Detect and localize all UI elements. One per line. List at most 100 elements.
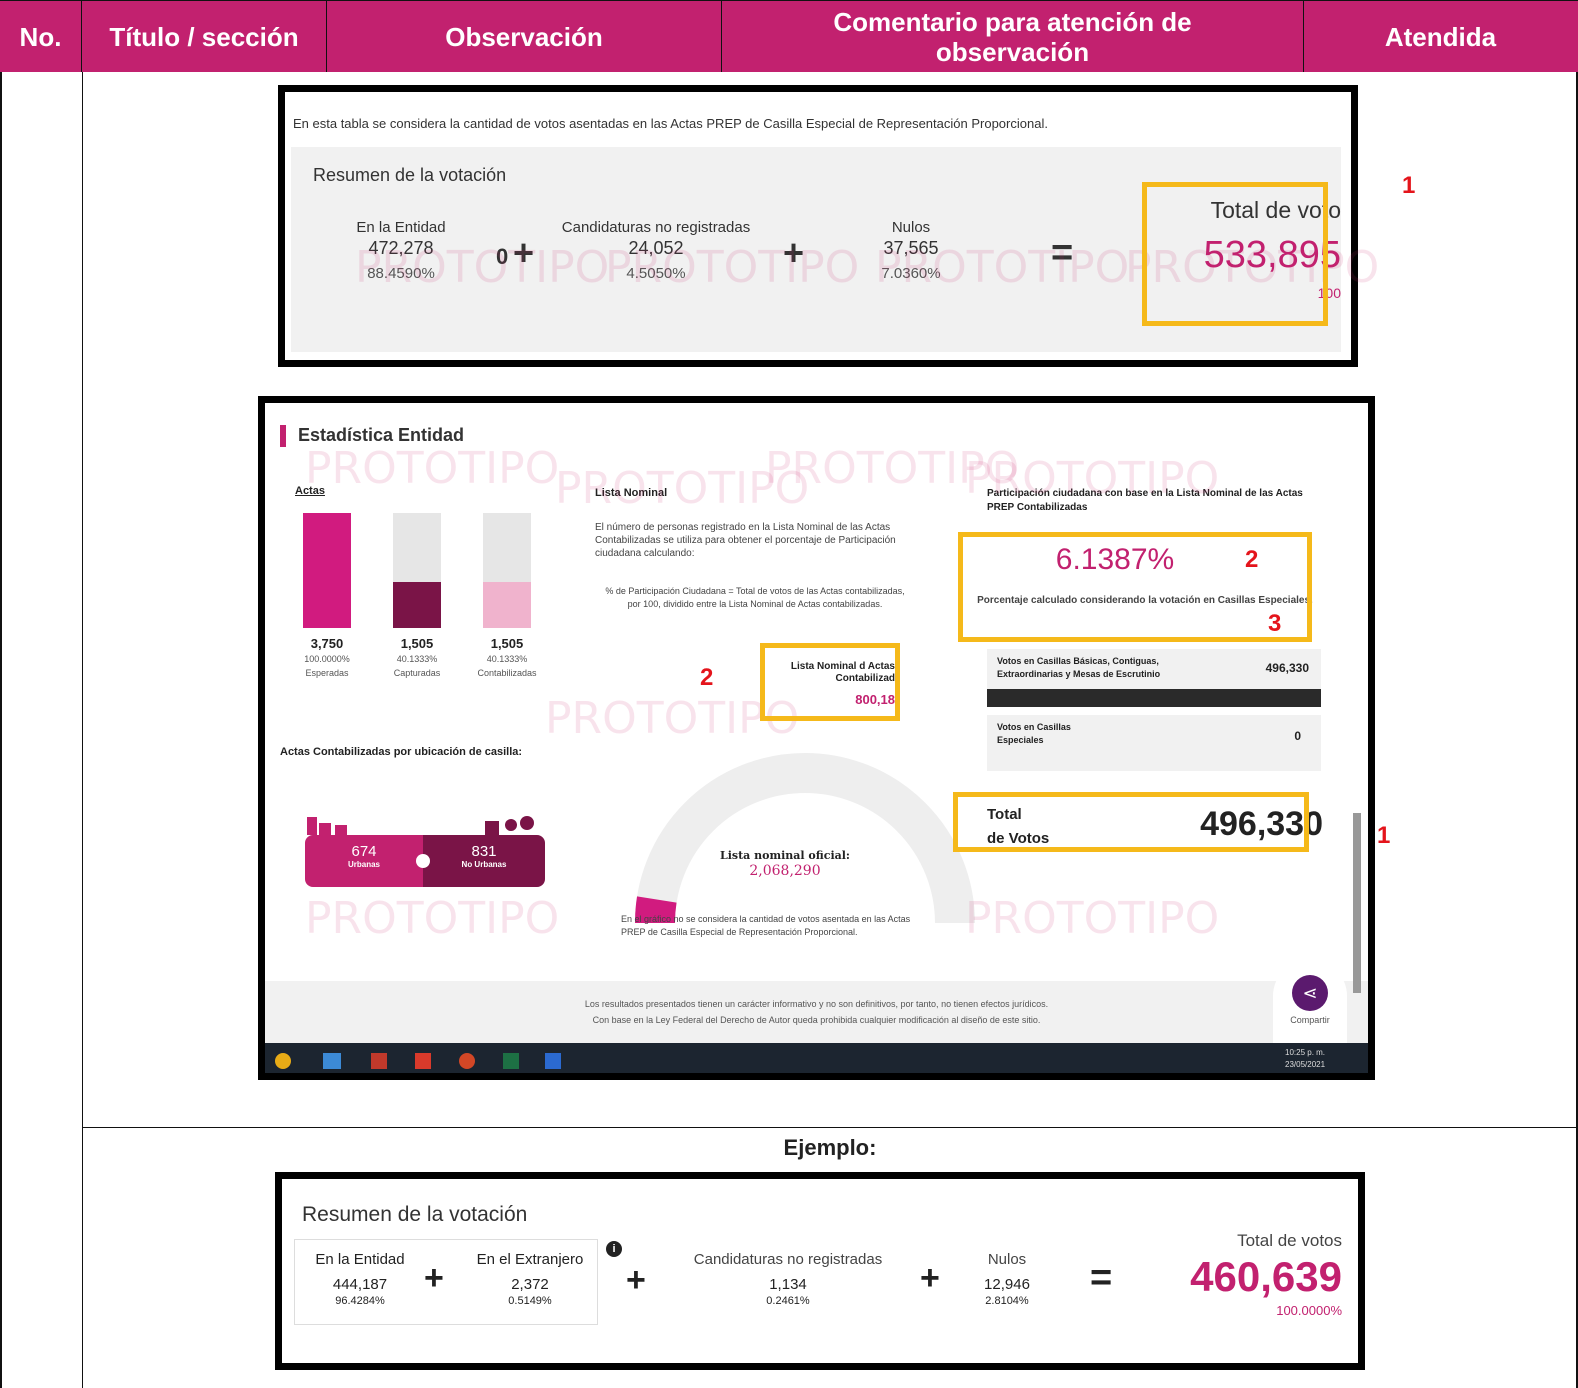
ejemplo-label: Ejemplo:: [783, 1135, 877, 1160]
nulos-pct: 7.0360%: [881, 265, 941, 282]
ej-nulos-block: Nulos 12,946 2.8104%: [972, 1251, 1042, 1307]
ej-nulos-value: 12,946: [984, 1276, 1030, 1293]
ej-extranjero-value: 2,372: [511, 1276, 549, 1293]
share-label[interactable]: Compartir: [1273, 1015, 1347, 1025]
ej-entidad-value: 444,187: [332, 1276, 388, 1293]
votos-especiales-row: Votos en Casillas Especiales 0: [987, 715, 1321, 755]
entidad-pct: 88.4590%: [367, 265, 435, 282]
nulos-label: Nulos: [891, 219, 931, 236]
ej-extranjero-block: En el Extranjero 2,372 0.5149%: [467, 1251, 593, 1307]
watermark: PROTOTIPO: [305, 443, 560, 494]
lista-text: El número de personas registrado en la L…: [595, 522, 896, 559]
actas-bar-label: Capturadas: [393, 668, 441, 678]
gauge-label: Lista nominal oficial:: [719, 849, 850, 862]
resumen-title: Resumen de la votación: [313, 165, 507, 185]
ej-candidaturas-label: Candidaturas no registradas: [693, 1251, 883, 1268]
votos-especiales-label: Votos en Casillas Especiales: [997, 722, 1071, 745]
marker-3: 3: [1268, 610, 1282, 637]
actas-bar-label: Esperadas: [305, 668, 349, 678]
entidad-label: En la Entidad: [356, 219, 446, 236]
table-column-divider: [82, 72, 83, 1388]
header-observacion: Observación: [327, 1, 722, 72]
lista-title: Lista Nominal: [595, 487, 668, 499]
system-clock: 10:25 p. m. 23/05/2021: [1285, 1047, 1325, 1071]
scrollbar-thumb[interactable]: [1353, 813, 1361, 993]
intro-text: En esta tabla se considera la cantidad d…: [293, 116, 1048, 131]
building-icon: [307, 816, 534, 835]
grafico-note: En el gráfico no se considera la cantida…: [621, 914, 911, 937]
header-atendida: Atendida: [1384, 21, 1497, 52]
header-titulo: Título / sección: [82, 1, 327, 72]
entidad-block: En la Entidad 472,278 88.4590%: [331, 219, 471, 282]
divider-dot: [416, 854, 430, 868]
acrobat-icon[interactable]: [415, 1053, 431, 1069]
watermark: PROTOTIPO: [965, 893, 1220, 944]
watermark: PROTOTIPO: [765, 443, 1020, 494]
footer-line-1: Los resultados presentados tienen un car…: [584, 999, 1049, 1009]
marker-1: 1: [1377, 822, 1391, 849]
explorer-icon[interactable]: [323, 1053, 341, 1069]
participacion-title: Participación ciudadana con base en la L…: [987, 488, 1303, 513]
nulos-value: 37,565: [883, 238, 939, 258]
actas-bar-value: 3,750: [310, 636, 344, 651]
candidaturas-block: Candidaturas no registradas 24,052 4.505…: [551, 219, 761, 282]
header-no: No.: [0, 1, 82, 72]
actas-bar-label: Contabilizadas: [477, 668, 537, 678]
urbanas-label: Urbanas: [347, 860, 380, 869]
ej-candidaturas-pct: 0.2461%: [766, 1295, 810, 1307]
no-urbanas-block: 831 No Urbanas: [423, 835, 545, 887]
actas-bar: [483, 582, 531, 628]
info-icon: 0: [496, 244, 509, 269]
equals-icon: =: [1090, 1257, 1113, 1299]
votos-basicas-value: 496,330: [1265, 661, 1309, 675]
ej-extranjero-pct: 0.5149%: [508, 1295, 552, 1307]
ej-total-block: Total de votos 460,639 100.0000%: [1142, 1231, 1342, 1318]
ej-total-pct: 100.0000%: [1276, 1303, 1342, 1318]
estadistica-title: Estadística Entidad: [298, 425, 465, 445]
table-border-left: [0, 72, 2, 1388]
clock-time: 10:25 p. m.: [1285, 1048, 1326, 1057]
ubicacion-title: Actas Contabilizadas por ubicación de ca…: [280, 746, 523, 758]
ej-entidad-pct: 96.4284%: [335, 1295, 385, 1307]
entidad-value: 472,278: [368, 238, 434, 258]
ej-total-value: 460,639: [1190, 1253, 1342, 1300]
ej-candidaturas-value: 1,134: [769, 1276, 807, 1293]
ej-nulos-pct: 2.8104%: [985, 1295, 1029, 1307]
no-urbanas-value: 831: [471, 843, 497, 860]
candidaturas-label: Candidaturas no registradas: [561, 219, 751, 236]
gauge-chart: [635, 753, 975, 924]
chrome-icon[interactable]: [275, 1053, 291, 1069]
word-icon[interactable]: [545, 1053, 561, 1069]
actas-bar-pct: 40.1333%: [486, 654, 528, 664]
estadistica-entidad-screenshot: Estadística Entidad Actas 3,750 100.0000%…: [258, 396, 1375, 1080]
ubicacion-icons: [305, 811, 541, 835]
gauge-value: 2,068,290: [749, 863, 821, 879]
powerpoint-icon[interactable]: [459, 1053, 475, 1069]
plus-icon: +: [424, 1259, 444, 1297]
excel-icon[interactable]: [503, 1053, 519, 1069]
no-urbanas-label: No Urbanas: [461, 860, 507, 869]
clock-date: 23/05/2021: [1285, 1060, 1326, 1069]
app-icon[interactable]: [371, 1053, 387, 1069]
share-icon[interactable]: ⋖: [1292, 975, 1328, 1011]
equals-icon: =: [1051, 232, 1074, 274]
page-footer: Los resultados presentados tienen un car…: [265, 981, 1368, 1043]
lista-formula: % de Participación Ciudadana = Total de …: [605, 586, 905, 609]
urbanas-value: 674: [351, 843, 377, 860]
urbanas-block: 674 Urbanas: [305, 835, 423, 887]
watermark: PROTOTIPO: [555, 463, 810, 514]
footer-line-2: Con base en la Ley Federal del Derecho d…: [592, 1015, 1041, 1025]
info-icon[interactable]: i: [606, 1241, 622, 1257]
watermark: PROTOTIPO: [305, 893, 560, 944]
actas-bar-pct: 100.0000%: [304, 654, 350, 664]
table-header: No. Título / sección Observación Comenta…: [0, 0, 1578, 72]
section-accent: [280, 425, 286, 447]
plus-icon: +: [783, 232, 805, 273]
ejemplo-title: Resumen de la votación: [302, 1203, 528, 1226]
votos-bar: [987, 689, 1321, 707]
actas-bar: [393, 582, 441, 628]
gauge-track: [635, 753, 975, 924]
ej-nulos-label: Nulos: [987, 1251, 1027, 1268]
ej-entidad-block: En la Entidad 444,187 96.4284%: [310, 1251, 410, 1307]
share-widget[interactable]: ⋖ Compartir: [1273, 959, 1347, 1043]
